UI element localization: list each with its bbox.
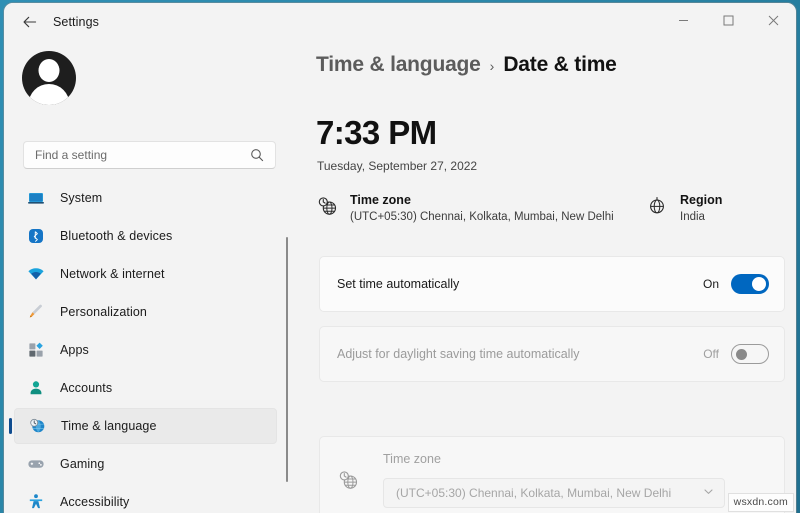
sidebar-item-gaming[interactable]: Gaming bbox=[14, 446, 277, 482]
sidebar-item-label: Time & language bbox=[61, 419, 157, 433]
daylight-saving-toggle[interactable] bbox=[731, 344, 769, 364]
timezone-dropdown[interactable]: (UTC+05:30) Chennai, Kolkata, Mumbai, Ne… bbox=[383, 478, 725, 508]
timezone-selector-card: Time zone (UTC+05:30) Chennai, Kolkata, … bbox=[319, 436, 785, 513]
watermark: wsxdn.com bbox=[728, 493, 794, 512]
sidebar-item-accounts[interactable]: Accounts bbox=[14, 370, 277, 406]
back-arrow-icon bbox=[22, 14, 38, 30]
wifi-icon bbox=[26, 264, 46, 284]
sidebar-item-personalization[interactable]: Personalization bbox=[14, 294, 277, 330]
monitor-icon bbox=[26, 188, 46, 208]
sidebar-item-label: Accessibility bbox=[60, 495, 129, 509]
breadcrumb-separator-icon: › bbox=[490, 58, 495, 74]
sidebar-item-label: Bluetooth & devices bbox=[60, 229, 172, 243]
region-info: Region India bbox=[646, 191, 722, 226]
search-icon bbox=[250, 148, 275, 162]
search-box[interactable] bbox=[23, 141, 276, 169]
sidebar-item-network-internet[interactable]: Network & internet bbox=[14, 256, 277, 292]
main-content: Time & language › Date & time 7:33 PM Tu… bbox=[300, 41, 796, 513]
sidebar-item-system[interactable]: System bbox=[14, 180, 277, 216]
window-controls bbox=[661, 3, 796, 37]
window-title: Settings bbox=[53, 15, 99, 29]
person-icon bbox=[26, 378, 46, 398]
timezone-value: (UTC+05:30) Chennai, Kolkata, Mumbai, Ne… bbox=[350, 209, 614, 226]
title-bar: Settings bbox=[4, 3, 796, 41]
sidebar-item-label: System bbox=[60, 191, 102, 205]
paintbrush-icon bbox=[26, 302, 46, 322]
current-date: Tuesday, September 27, 2022 bbox=[317, 159, 477, 173]
set-time-automatically-state: On bbox=[703, 277, 719, 291]
minimize-button[interactable] bbox=[661, 3, 706, 37]
daylight-saving-row: Adjust for daylight saving time automati… bbox=[319, 326, 785, 382]
clock-globe-icon bbox=[316, 195, 338, 217]
sidebar-item-label: Apps bbox=[60, 343, 89, 357]
maximize-button[interactable] bbox=[706, 3, 751, 37]
selection-indicator bbox=[9, 418, 12, 434]
timezone-dropdown-value: (UTC+05:30) Chennai, Kolkata, Mumbai, Ne… bbox=[396, 486, 703, 500]
sidebar-item-time-language[interactable]: Time & language bbox=[14, 408, 277, 444]
sidebar-item-bluetooth-devices[interactable]: Bluetooth & devices bbox=[14, 218, 277, 254]
daylight-saving-label: Adjust for daylight saving time automati… bbox=[337, 347, 703, 361]
current-time: 7:33 PM bbox=[316, 116, 437, 149]
sidebar-item-apps[interactable]: Apps bbox=[14, 332, 277, 368]
timezone-title: Time zone bbox=[350, 191, 614, 209]
search-input[interactable] bbox=[24, 148, 250, 162]
set-time-automatically-row[interactable]: Set time automatically On bbox=[319, 256, 785, 312]
sidebar: System Bluetooth & devices bbox=[4, 41, 300, 513]
chevron-down-icon bbox=[703, 484, 714, 502]
close-icon bbox=[768, 15, 779, 26]
sidebar-item-label: Gaming bbox=[60, 457, 104, 471]
sidebar-item-accessibility[interactable]: Accessibility bbox=[14, 484, 277, 513]
maximize-icon bbox=[723, 15, 734, 26]
avatar bbox=[22, 51, 76, 105]
globe-icon bbox=[646, 195, 668, 217]
accessibility-icon bbox=[26, 492, 46, 512]
page-title: Date & time bbox=[503, 53, 616, 77]
sidebar-item-label: Personalization bbox=[60, 305, 147, 319]
apps-icon bbox=[26, 340, 46, 360]
account-header[interactable] bbox=[22, 51, 88, 105]
back-button[interactable] bbox=[13, 7, 47, 37]
breadcrumb: Time & language › Date & time bbox=[316, 53, 617, 77]
clock-globe-icon bbox=[337, 469, 359, 491]
sidebar-nav: System Bluetooth & devices bbox=[14, 180, 290, 513]
timezone-dropdown-label: Time zone bbox=[383, 452, 784, 466]
timezone-info: Time zone (UTC+05:30) Chennai, Kolkata, … bbox=[316, 191, 646, 226]
sidebar-scrollbar[interactable] bbox=[286, 237, 288, 482]
sidebar-item-label: Network & internet bbox=[60, 267, 165, 281]
clock-globe-icon bbox=[27, 416, 47, 436]
sidebar-item-label: Accounts bbox=[60, 381, 112, 395]
gamepad-icon bbox=[26, 454, 46, 474]
daylight-saving-state: Off bbox=[703, 347, 719, 361]
breadcrumb-parent[interactable]: Time & language bbox=[316, 53, 481, 77]
minimize-icon bbox=[678, 15, 689, 26]
set-time-automatically-label: Set time automatically bbox=[337, 277, 703, 291]
region-title: Region bbox=[680, 191, 722, 209]
close-button[interactable] bbox=[751, 3, 796, 37]
info-row: Time zone (UTC+05:30) Chennai, Kolkata, … bbox=[316, 191, 786, 226]
settings-window: Settings bbox=[4, 3, 796, 513]
region-value: India bbox=[680, 209, 722, 226]
set-time-automatically-toggle[interactable] bbox=[731, 274, 769, 294]
bluetooth-icon bbox=[26, 226, 46, 246]
